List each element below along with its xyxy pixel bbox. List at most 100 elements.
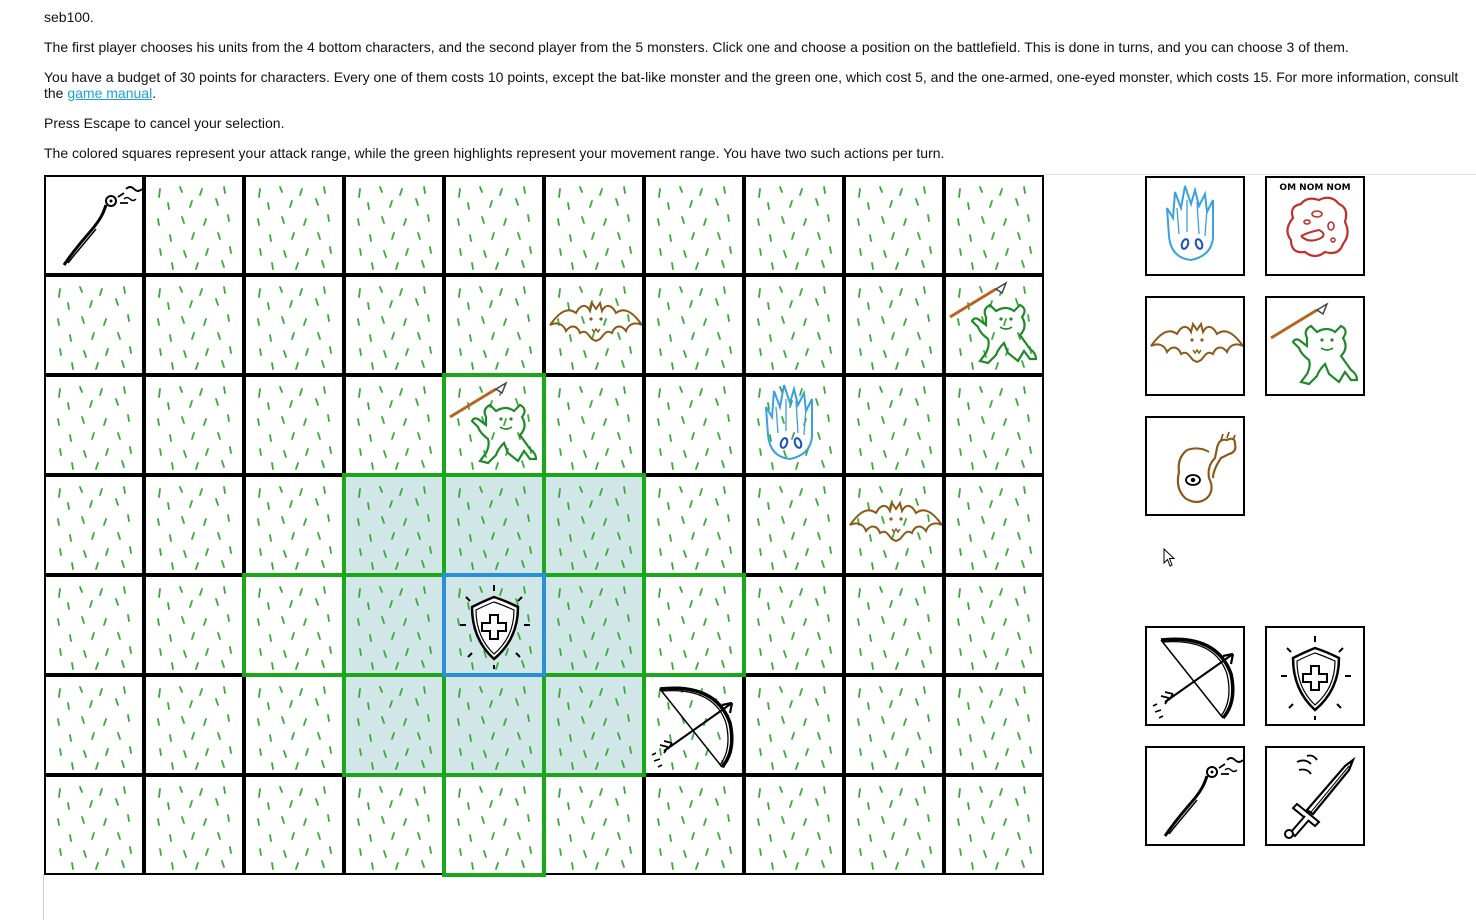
- board-cell[interactable]: [844, 775, 944, 875]
- board-cell[interactable]: [944, 575, 1044, 675]
- bow-icon: [1152, 637, 1235, 720]
- rules-instructions: The first player chooses his units from …: [44, 39, 1349, 55]
- budget-text: You have a budget of 30 points for chara…: [44, 69, 1459, 101]
- escape-hint: Press Escape to cancel your selection.: [44, 115, 285, 131]
- board-cell[interactable]: [544, 375, 644, 475]
- character-picker-tile[interactable]: [1265, 746, 1365, 846]
- board-cell[interactable]: [244, 675, 344, 775]
- board-cell[interactable]: [144, 175, 244, 275]
- board-cell[interactable]: [944, 175, 1044, 275]
- board-cell[interactable]: [344, 575, 444, 675]
- sword-icon: [1284, 754, 1356, 839]
- board-cell[interactable]: [744, 775, 844, 875]
- board-cell[interactable]: [644, 275, 744, 375]
- character-picker-tile[interactable]: [1265, 626, 1365, 726]
- board-unit[interactable]: [646, 677, 746, 777]
- board-cell[interactable]: [44, 675, 144, 775]
- board-unit[interactable]: [946, 277, 1046, 377]
- board-cell[interactable]: [744, 575, 844, 675]
- board-cell[interactable]: [344, 275, 444, 375]
- spear-goblin-icon: [949, 281, 1038, 365]
- board-cell[interactable]: [344, 175, 444, 275]
- board-cell[interactable]: [244, 175, 344, 275]
- board-cell[interactable]: [144, 675, 244, 775]
- board-cell[interactable]: [744, 275, 844, 375]
- board-unit[interactable]: [546, 277, 646, 377]
- battlefield-grid: [44, 175, 1046, 877]
- character-picker-tile[interactable]: [1145, 626, 1245, 726]
- monster-picker-tile[interactable]: OM NOM NOM: [1265, 176, 1365, 276]
- board-cell[interactable]: [644, 175, 744, 275]
- bow-icon: [651, 686, 734, 769]
- board-unit[interactable]: [46, 177, 146, 277]
- board-cell[interactable]: [544, 175, 644, 275]
- game-manual-link[interactable]: game manual: [67, 85, 152, 101]
- range-legend-text: The colored squares represent your attac…: [44, 145, 945, 161]
- username-line: seb100.: [44, 9, 94, 25]
- board-cell[interactable]: [544, 675, 644, 775]
- spear-goblin-icon: [449, 381, 538, 465]
- board-cell[interactable]: [844, 375, 944, 475]
- board-cell[interactable]: [344, 475, 444, 575]
- board-cell[interactable]: [244, 475, 344, 575]
- board-cell[interactable]: [544, 475, 644, 575]
- board-cell[interactable]: [444, 675, 544, 775]
- board-cell[interactable]: [344, 775, 444, 875]
- board-cell[interactable]: [44, 375, 144, 475]
- board-cell[interactable]: [644, 775, 744, 875]
- board-cell[interactable]: [44, 275, 144, 375]
- board-cell[interactable]: [944, 775, 1044, 875]
- board-cell[interactable]: [544, 775, 644, 875]
- spear-goblin-icon: [1270, 302, 1359, 386]
- red-blob-monster-icon: OM NOM NOM: [1279, 183, 1351, 258]
- board-unit[interactable]: [846, 477, 946, 577]
- board-cell[interactable]: [44, 775, 144, 875]
- board-cell[interactable]: [944, 675, 1044, 775]
- board-cell[interactable]: [644, 375, 744, 475]
- board-cell[interactable]: [644, 475, 744, 575]
- board-cell[interactable]: [244, 575, 344, 675]
- board-cell[interactable]: [144, 775, 244, 875]
- board-cell[interactable]: [944, 375, 1044, 475]
- board-cell[interactable]: [344, 375, 444, 475]
- monster-picker-tile[interactable]: [1145, 176, 1245, 276]
- board-cell[interactable]: [944, 475, 1044, 575]
- board-cell[interactable]: [744, 675, 844, 775]
- board-cell[interactable]: [544, 575, 644, 675]
- board-cell[interactable]: [444, 175, 544, 275]
- divider-line: [1045, 174, 1476, 175]
- board-cell[interactable]: [44, 475, 144, 575]
- board-cell[interactable]: [444, 475, 544, 575]
- monster-picker-tile[interactable]: [1265, 296, 1365, 396]
- monster-picker-tile[interactable]: [1145, 296, 1245, 396]
- board-cell[interactable]: [244, 275, 344, 375]
- monster-picker-tile[interactable]: [1145, 416, 1245, 516]
- board-cell[interactable]: [844, 575, 944, 675]
- board-cell[interactable]: [244, 775, 344, 875]
- board-cell[interactable]: [144, 575, 244, 675]
- board-unit[interactable]: [446, 577, 546, 677]
- board-unit[interactable]: [746, 377, 846, 477]
- board-cell[interactable]: [844, 175, 944, 275]
- board-cell[interactable]: [344, 675, 444, 775]
- board-cell[interactable]: [444, 275, 544, 375]
- board-cell[interactable]: [144, 275, 244, 375]
- board-cell[interactable]: [844, 675, 944, 775]
- board-cell[interactable]: [44, 575, 144, 675]
- ice-crystal-monster-icon: [765, 384, 813, 461]
- board-cell[interactable]: [644, 575, 744, 675]
- monster-caption: OM NOM NOM: [1279, 183, 1350, 193]
- board-cell[interactable]: [444, 775, 544, 875]
- board-cell[interactable]: [144, 475, 244, 575]
- budget-period: .: [152, 85, 157, 101]
- character-picker-tile[interactable]: [1145, 746, 1245, 846]
- board-cell[interactable]: [244, 375, 344, 475]
- shield-icon: [460, 585, 530, 669]
- board-cell[interactable]: [144, 375, 244, 475]
- budget-instructions: You have a budget of 30 points for chara…: [44, 69, 1464, 101]
- ice-crystal-monster-icon: [1166, 185, 1214, 262]
- board-cell[interactable]: [744, 475, 844, 575]
- board-unit[interactable]: [446, 377, 546, 477]
- board-cell[interactable]: [844, 275, 944, 375]
- board-cell[interactable]: [744, 175, 844, 275]
